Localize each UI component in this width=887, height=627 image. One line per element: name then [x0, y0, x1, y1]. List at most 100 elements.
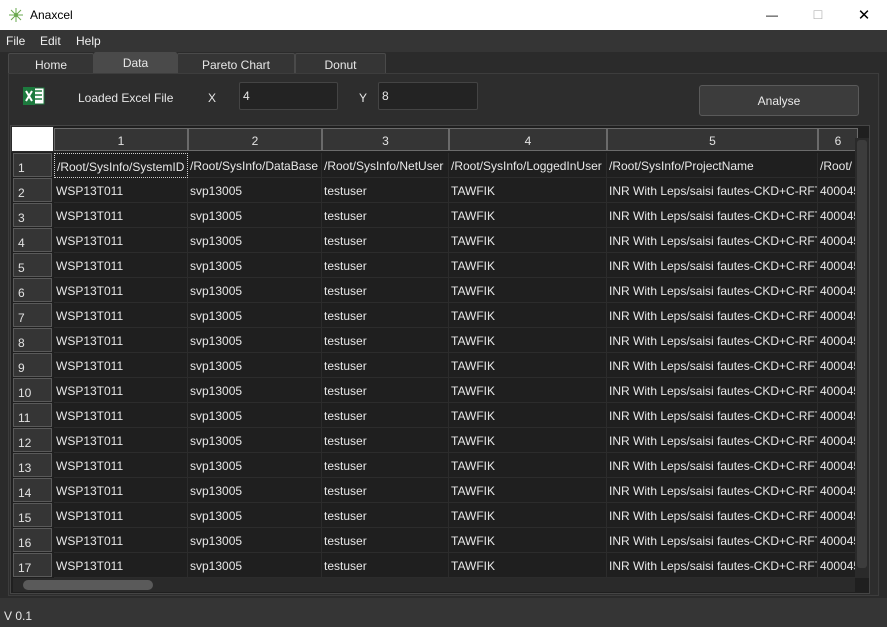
vertical-scrollbar[interactable] [855, 138, 869, 578]
table-cell[interactable]: TAWFIK [449, 453, 607, 478]
row-header[interactable]: 15 [13, 503, 52, 527]
row-header[interactable]: 8 [13, 328, 52, 352]
table-cell[interactable]: svp13005 [188, 428, 322, 453]
table-cell[interactable]: svp13005 [188, 328, 322, 353]
row-header[interactable]: 2 [13, 178, 52, 202]
table-cell[interactable]: TAWFIK [449, 378, 607, 403]
table-cell[interactable]: testuser [322, 253, 449, 278]
table-cell[interactable]: svp13005 [188, 403, 322, 428]
maximize-button[interactable]: ☐ [795, 0, 841, 30]
table-corner[interactable] [11, 126, 54, 152]
table-cell[interactable]: INR With Leps/saisi fautes-CKD+C-RFT [607, 253, 818, 278]
table-cell[interactable]: TAWFIK [449, 553, 607, 578]
table-cell[interactable]: WSP13T011 [54, 503, 188, 528]
column-header[interactable]: 1 [54, 128, 188, 151]
table-cell[interactable]: 400045 [818, 303, 858, 328]
analyse-button[interactable]: Analyse [699, 85, 859, 116]
table-cell[interactable]: 400045 [818, 253, 858, 278]
excel-icon[interactable] [23, 86, 45, 106]
table-cell[interactable]: svp13005 [188, 278, 322, 303]
menu-file[interactable]: File [6, 34, 25, 48]
table-cell[interactable]: WSP13T011 [54, 203, 188, 228]
row-header[interactable]: 17 [13, 553, 52, 577]
column-header[interactable]: 6 [818, 128, 858, 151]
table-cell[interactable]: TAWFIK [449, 178, 607, 203]
table-cell[interactable]: WSP13T011 [54, 228, 188, 253]
table-cell[interactable]: INR With Leps/saisi fautes-CKD+C-RFT [607, 303, 818, 328]
column-header[interactable]: 3 [322, 128, 449, 151]
row-header[interactable]: 6 [13, 278, 52, 302]
table-cell[interactable]: WSP13T011 [54, 278, 188, 303]
vertical-scroll-thumb[interactable] [857, 140, 867, 568]
table-cell[interactable]: TAWFIK [449, 503, 607, 528]
table-cell[interactable]: 400045 [818, 403, 858, 428]
table-cell[interactable]: testuser [322, 178, 449, 203]
table-cell[interactable]: svp13005 [188, 478, 322, 503]
table-cell[interactable]: testuser [322, 378, 449, 403]
row-header[interactable]: 11 [13, 403, 52, 427]
table-cell[interactable]: INR With Leps/saisi fautes-CKD+C-RFT [607, 428, 818, 453]
table-cell[interactable]: WSP13T011 [54, 303, 188, 328]
table-cell[interactable]: /Root/SysInfo/DataBase [188, 153, 322, 178]
table-cell[interactable]: TAWFIK [449, 228, 607, 253]
row-header[interactable]: 16 [13, 528, 52, 552]
table-cell[interactable]: INR With Leps/saisi fautes-CKD+C-RFT [607, 478, 818, 503]
row-header[interactable]: 14 [13, 478, 52, 502]
menu-help[interactable]: Help [76, 34, 101, 48]
table-cell[interactable]: 400045 [818, 328, 858, 353]
table-cell[interactable]: svp13005 [188, 453, 322, 478]
table-cell[interactable]: INR With Leps/saisi fautes-CKD+C-RFT [607, 378, 818, 403]
table-cell[interactable]: WSP13T011 [54, 528, 188, 553]
table-cell[interactable]: /Root/SysInfo/SystemID [54, 153, 188, 178]
table-cell[interactable]: INR With Leps/saisi fautes-CKD+C-RFT [607, 503, 818, 528]
row-header[interactable]: 5 [13, 253, 52, 277]
table-cell[interactable]: 400045 [818, 503, 858, 528]
minimize-button[interactable]: — [749, 0, 795, 30]
table-cell[interactable]: TAWFIK [449, 328, 607, 353]
table-cell[interactable]: WSP13T011 [54, 478, 188, 503]
table-cell[interactable]: TAWFIK [449, 203, 607, 228]
table-cell[interactable]: INR With Leps/saisi fautes-CKD+C-RFT [607, 178, 818, 203]
table-cell[interactable]: testuser [322, 528, 449, 553]
table-cell[interactable]: WSP13T011 [54, 403, 188, 428]
table-cell[interactable]: /Root/SysInfo/NetUser [322, 153, 449, 178]
table-cell[interactable]: 400045 [818, 178, 858, 203]
table-cell[interactable]: INR With Leps/saisi fautes-CKD+C-RFT [607, 453, 818, 478]
table-cell[interactable]: INR With Leps/saisi fautes-CKD+C-RFT [607, 278, 818, 303]
table-cell[interactable]: WSP13T011 [54, 378, 188, 403]
row-header[interactable]: 9 [13, 353, 52, 377]
table-cell[interactable]: 400045 [818, 228, 858, 253]
table-cell[interactable]: INR With Leps/saisi fautes-CKD+C-RFT [607, 553, 818, 578]
table-cell[interactable]: 400045 [818, 453, 858, 478]
table-cell[interactable]: INR With Leps/saisi fautes-CKD+C-RFT [607, 353, 818, 378]
table-cell[interactable]: svp13005 [188, 553, 322, 578]
close-button[interactable]: ✕ [841, 0, 887, 30]
table-cell[interactable]: INR With Leps/saisi fautes-CKD+C-RFT [607, 328, 818, 353]
table-cell[interactable]: testuser [322, 228, 449, 253]
row-header[interactable]: 1 [13, 153, 52, 177]
table-cell[interactable]: TAWFIK [449, 528, 607, 553]
table-cell[interactable]: INR With Leps/saisi fautes-CKD+C-RFT [607, 228, 818, 253]
table-cell[interactable]: testuser [322, 203, 449, 228]
table-cell[interactable]: testuser [322, 478, 449, 503]
table-cell[interactable]: 400045 [818, 553, 858, 578]
table-cell[interactable]: testuser [322, 303, 449, 328]
table-cell[interactable]: svp13005 [188, 228, 322, 253]
table-cell[interactable]: INR With Leps/saisi fautes-CKD+C-RFT [607, 528, 818, 553]
table-cell[interactable]: testuser [322, 428, 449, 453]
tab-pareto-chart[interactable]: Pareto Chart [177, 53, 295, 73]
horizontal-scrollbar[interactable] [13, 578, 855, 592]
table-cell[interactable]: INR With Leps/saisi fautes-CKD+C-RFT [607, 203, 818, 228]
table-cell[interactable]: 400045 [818, 378, 858, 403]
table-cell[interactable]: testuser [322, 403, 449, 428]
table-cell[interactable]: svp13005 [188, 503, 322, 528]
column-header[interactable]: 2 [188, 128, 322, 151]
row-header[interactable]: 4 [13, 228, 52, 252]
table-cell[interactable]: testuser [322, 328, 449, 353]
table-cell[interactable]: WSP13T011 [54, 178, 188, 203]
menu-edit[interactable]: Edit [40, 34, 61, 48]
table-cell[interactable]: 400045 [818, 428, 858, 453]
table-cell[interactable]: WSP13T011 [54, 453, 188, 478]
row-header[interactable]: 7 [13, 303, 52, 327]
table-cell[interactable]: WSP13T011 [54, 428, 188, 453]
